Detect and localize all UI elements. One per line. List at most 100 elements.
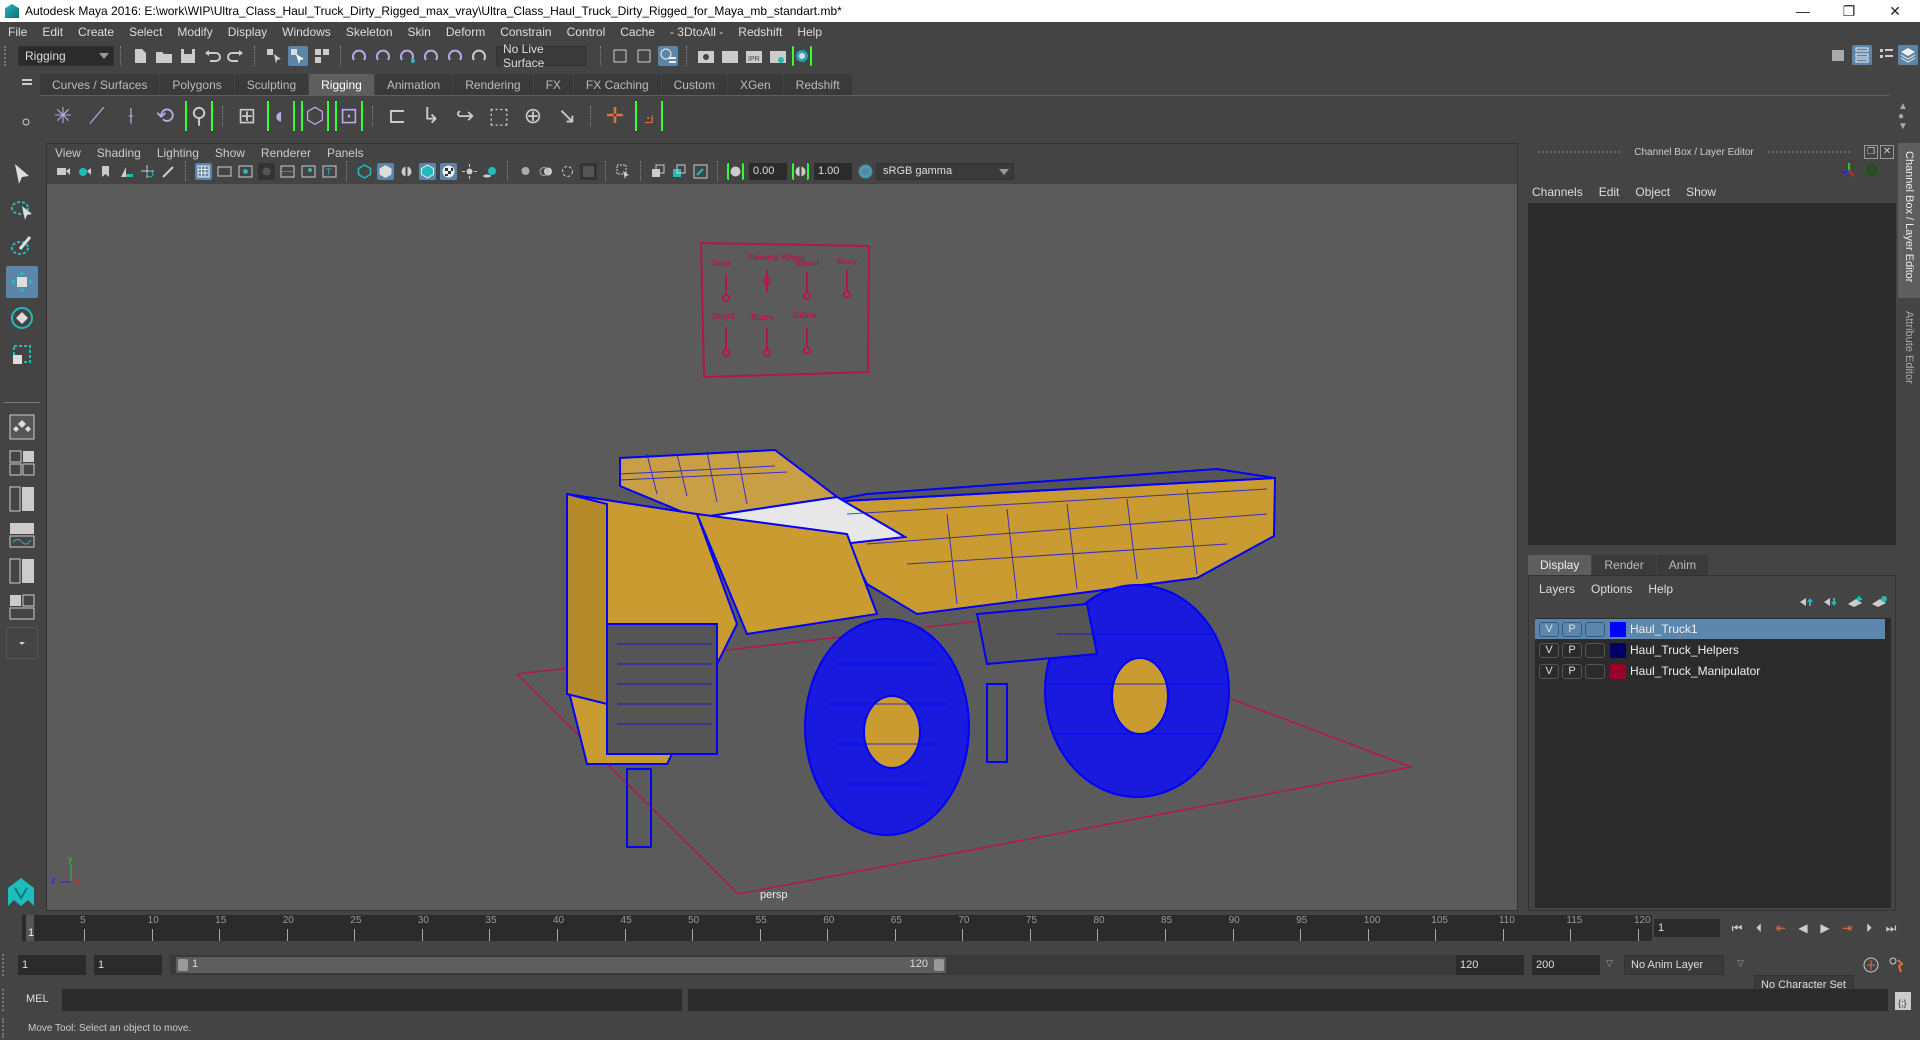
camera-attributes-icon[interactable]	[76, 163, 93, 180]
layer-color-swatch[interactable]	[1610, 621, 1626, 637]
textured-icon[interactable]	[440, 162, 457, 180]
menu-windows[interactable]: Windows	[282, 25, 331, 39]
multisample-aa-icon[interactable]	[559, 163, 576, 180]
shelf-tab-curves-surfaces[interactable]: Curves / Surfaces	[40, 74, 160, 95]
screen-space-ao-icon[interactable]	[517, 163, 534, 180]
attribute-editor-toggle-icon[interactable]	[1852, 45, 1872, 65]
range-start-handle[interactable]	[178, 959, 188, 971]
pole-vector-constraint-icon[interactable]: ↘	[553, 101, 581, 131]
layer-tab-anim[interactable]: Anim	[1656, 555, 1709, 575]
ipr-render-icon[interactable]: IPR	[744, 46, 764, 66]
save-scene-icon[interactable]	[178, 46, 198, 66]
step-forward-frame-icon[interactable]: ⏵	[1858, 919, 1880, 937]
new-scene-icon[interactable]	[130, 46, 150, 66]
playback-start-field[interactable]: 1	[94, 955, 162, 975]
wireframe-on-shaded-icon[interactable]	[419, 162, 436, 180]
restore-button[interactable]: ❐	[1826, 0, 1872, 22]
render-current-frame-icon[interactable]	[720, 46, 740, 66]
shelf-tab-animation[interactable]: Animation	[374, 74, 453, 95]
use-all-lights-icon[interactable]	[461, 163, 478, 180]
shelf-tab-xgen[interactable]: XGen	[727, 74, 783, 95]
menu-skeleton[interactable]: Skeleton	[346, 25, 393, 39]
drag-handle[interactable]	[1767, 151, 1851, 153]
anim-layer-menu-icon[interactable]: ▽	[1606, 958, 1613, 969]
side-tab-channel-box[interactable]: Channel Box / Layer Editor	[1898, 143, 1920, 298]
script-editor-icon[interactable]: {;}	[1894, 991, 1912, 1014]
open-scene-icon[interactable]	[154, 46, 174, 66]
construction-history-icon[interactable]	[658, 45, 678, 66]
layer-name[interactable]: Haul_Truck_Helpers	[1630, 643, 1739, 657]
layer-display-type-toggle[interactable]	[1585, 621, 1605, 637]
shelf-tab-fx[interactable]: FX	[533, 74, 573, 95]
shelf-tab-rigging[interactable]: Rigging	[309, 74, 374, 95]
shelf-tab-custom[interactable]: Custom	[661, 74, 727, 95]
channel-menu-channels[interactable]: Channels	[1532, 185, 1583, 199]
select-hierarchy-icon[interactable]	[264, 46, 284, 66]
orient-constraint-icon[interactable]: ↪	[451, 101, 479, 131]
snap-view-plane-icon[interactable]	[446, 46, 466, 66]
gate-mask-icon[interactable]	[258, 162, 275, 180]
channel-menu-edit[interactable]: Edit	[1599, 185, 1620, 199]
layer-playback-toggle[interactable]: P	[1562, 621, 1582, 637]
anim-layer-dropdown[interactable]: No Anim Layer	[1624, 955, 1724, 975]
close-button[interactable]: ✕	[1872, 0, 1918, 22]
shelf-tab-sculpting[interactable]: Sculpting	[234, 74, 309, 95]
panel-menu-renderer[interactable]: Renderer	[261, 146, 311, 160]
layer-row[interactable]: V P Haul_Truck1	[1535, 619, 1885, 639]
create-joints-icon[interactable]: ✳	[49, 101, 77, 131]
paint-weights-icon[interactable]: ◐	[267, 100, 295, 131]
layer-menu-layers[interactable]: Layers	[1539, 582, 1575, 596]
ik-spline-icon[interactable]: ⟊	[117, 101, 145, 131]
channel-box-area[interactable]	[1528, 203, 1896, 545]
hypershade-persp-icon[interactable]	[6, 555, 38, 587]
layer-visibility-toggle[interactable]: V	[1539, 663, 1559, 679]
snap-projected-center-icon[interactable]	[422, 46, 442, 66]
gamma-field[interactable]: 1.00	[814, 162, 852, 180]
command-input[interactable]	[62, 989, 682, 1011]
safe-title-icon[interactable]: T	[321, 163, 338, 180]
view-transform-dropdown[interactable]: sRGB gamma	[876, 162, 1014, 180]
xray-icon[interactable]	[650, 163, 667, 180]
bookmarks-icon[interactable]	[97, 163, 114, 180]
depth-of-field-icon[interactable]	[580, 162, 597, 180]
range-end-handle[interactable]	[934, 959, 944, 971]
driven-key-editor-icon[interactable]: ⟓	[635, 100, 663, 131]
new-layer-from-selected-icon[interactable]	[1871, 596, 1887, 611]
menu-constrain[interactable]: Constrain	[500, 25, 551, 39]
move-layer-up-icon[interactable]	[1799, 596, 1815, 611]
go-to-end-icon[interactable]: ⏭	[1880, 919, 1902, 937]
playback-end-field[interactable]: 120	[1456, 955, 1524, 975]
default-material-icon[interactable]	[398, 163, 415, 180]
manipulator-axis-icon[interactable]	[1840, 161, 1858, 182]
minimize-button[interactable]: —	[1780, 0, 1826, 22]
ik-handle-icon[interactable]: ⟋	[83, 101, 111, 131]
layer-menu-help[interactable]: Help	[1648, 582, 1673, 596]
render-settings-icon[interactable]	[768, 46, 788, 66]
menu-create[interactable]: Create	[78, 25, 114, 39]
animation-preferences-icon[interactable]	[1888, 956, 1906, 977]
menu-cache[interactable]: Cache	[620, 25, 655, 39]
layer-visibility-toggle[interactable]: V	[1539, 621, 1559, 637]
smooth-bind-icon[interactable]: ⊞	[233, 101, 261, 131]
step-back-key-icon[interactable]: ⇤	[1770, 919, 1792, 937]
layer-display-type-toggle[interactable]	[1585, 642, 1605, 658]
xray-active-components-icon[interactable]	[671, 163, 688, 180]
2d-pan-zoom-icon[interactable]	[139, 163, 156, 180]
input-operations-icon[interactable]	[610, 46, 630, 66]
side-tab-attribute-editor[interactable]: Attribute Editor	[1898, 303, 1920, 413]
point-constraint-icon[interactable]: ↳	[417, 101, 445, 131]
persp-graph-icon[interactable]	[6, 519, 38, 551]
field-chart-icon[interactable]	[279, 163, 296, 180]
resolution-gate-icon[interactable]	[237, 163, 254, 180]
set-driven-key-icon[interactable]: ✛	[601, 101, 629, 131]
current-frame-field[interactable]: 1	[1654, 919, 1720, 937]
channel-menu-show[interactable]: Show	[1686, 185, 1716, 199]
layer-menu-options[interactable]: Options	[1591, 582, 1632, 596]
redo-icon[interactable]	[226, 46, 246, 66]
shelf-options-icon[interactable]	[18, 102, 34, 132]
drag-handle[interactable]	[1538, 151, 1621, 153]
layout-options-button[interactable]	[6, 627, 38, 659]
menu-deform[interactable]: Deform	[446, 25, 485, 39]
paint-select-tool-icon[interactable]	[6, 230, 38, 262]
aim-constraint-icon[interactable]: ⊕	[519, 101, 547, 131]
